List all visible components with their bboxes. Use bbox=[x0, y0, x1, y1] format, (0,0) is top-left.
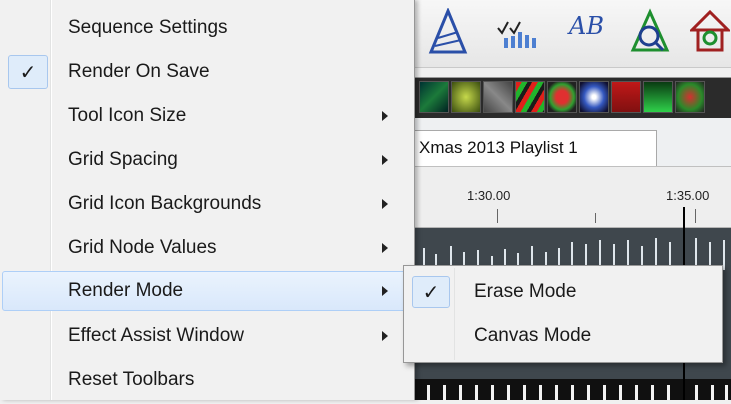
tab-bar: Xmas 2013 Playlist 1 bbox=[405, 118, 731, 167]
check-icon: ✓ bbox=[8, 55, 48, 89]
menu-item-tool-icon-size[interactable]: Tool Icon Size bbox=[2, 96, 410, 136]
menu-item-reset-toolbars[interactable]: Reset Toolbars bbox=[2, 360, 410, 400]
effect-thumb[interactable] bbox=[515, 81, 545, 113]
menu-item-label: Render On Save bbox=[68, 61, 210, 82]
submenu-item-label: Canvas Mode bbox=[474, 325, 592, 346]
tab-playlist[interactable]: Xmas 2013 Playlist 1 bbox=[411, 130, 657, 166]
menu-item-label: Sequence Settings bbox=[68, 17, 228, 38]
menu-item-label: Reset Toolbars bbox=[68, 369, 195, 390]
ruler-tick bbox=[497, 209, 498, 223]
magnify-triangle-icon bbox=[630, 8, 670, 52]
effects-palette bbox=[405, 77, 731, 119]
render-mode-submenu: ✓ Erase Mode Canvas Mode bbox=[403, 265, 723, 363]
triangle-icon bbox=[428, 8, 468, 54]
effect-thumb[interactable] bbox=[643, 81, 673, 113]
menu-item-label: Effect Assist Window bbox=[68, 325, 244, 346]
menu-item-label: Render Mode bbox=[68, 280, 184, 301]
context-menu: Sequence Settings ✓ Render On Save Tool … bbox=[0, 0, 415, 400]
menu-item-label: Grid Spacing bbox=[68, 149, 178, 170]
submenu-arrow-icon bbox=[382, 199, 388, 209]
submenu-arrow-icon bbox=[382, 243, 388, 253]
submenu-item-erase-mode[interactable]: ✓ Erase Mode bbox=[408, 272, 720, 312]
menu-item-grid-spacing[interactable]: Grid Spacing bbox=[2, 140, 410, 180]
submenu-item-label: Erase Mode bbox=[474, 281, 577, 302]
effect-thumb[interactable] bbox=[579, 81, 609, 113]
tick-label: 1:35.00 bbox=[666, 188, 710, 203]
submenu-arrow-icon bbox=[382, 331, 388, 341]
toolbar: AB bbox=[405, 0, 731, 68]
submenu-item-canvas-mode[interactable]: Canvas Mode bbox=[408, 316, 720, 356]
checklist-bars-button[interactable] bbox=[495, 6, 541, 58]
text-tool-button[interactable]: AB bbox=[565, 6, 611, 58]
text-ab-icon-label: AB bbox=[567, 12, 604, 40]
menu-item-grid-node-values[interactable]: Grid Node Values bbox=[2, 228, 410, 268]
effect-thumb[interactable] bbox=[483, 81, 513, 113]
house-tool-button[interactable] bbox=[687, 6, 731, 58]
menu-item-label: Grid Node Values bbox=[68, 237, 217, 258]
effect-thumb[interactable] bbox=[547, 81, 577, 113]
menu-item-sequence-settings[interactable]: Sequence Settings bbox=[2, 8, 410, 48]
effect-thumb[interactable] bbox=[675, 81, 705, 113]
menu-item-render-mode[interactable]: Render Mode bbox=[2, 271, 410, 311]
checklist-bars-icon bbox=[497, 21, 536, 48]
menu-item-grid-icon-backgrounds[interactable]: Grid Icon Backgrounds bbox=[2, 184, 410, 224]
house-icon bbox=[690, 9, 730, 52]
ruler-tick bbox=[595, 213, 596, 223]
menu-item-label: Grid Icon Backgrounds bbox=[68, 193, 262, 214]
triangle-tool-button[interactable] bbox=[425, 6, 471, 58]
effect-thumb[interactable] bbox=[611, 81, 641, 113]
magnify-tool-button[interactable] bbox=[627, 6, 673, 58]
submenu-arrow-icon bbox=[382, 155, 388, 165]
submenu-arrow-icon bbox=[382, 286, 388, 296]
text-ab-icon: AB bbox=[567, 12, 604, 40]
effect-thumb[interactable] bbox=[451, 81, 481, 113]
ruler-tick bbox=[695, 209, 696, 223]
check-icon: ✓ bbox=[412, 276, 450, 308]
effect-thumb[interactable] bbox=[419, 81, 449, 113]
tick-label: 1:30.00 bbox=[467, 188, 511, 203]
menu-item-label: Tool Icon Size bbox=[68, 105, 187, 126]
submenu-arrow-icon bbox=[382, 111, 388, 121]
menu-item-render-on-save[interactable]: ✓ Render On Save bbox=[2, 52, 410, 92]
menu-item-effect-assist-window[interactable]: Effect Assist Window bbox=[2, 316, 410, 356]
